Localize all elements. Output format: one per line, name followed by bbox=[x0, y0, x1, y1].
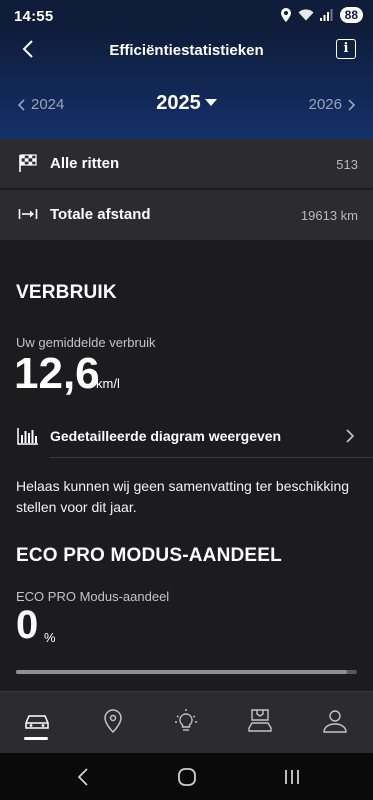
bottom-navigation bbox=[0, 691, 373, 753]
all-trips-label: Alle ritten bbox=[50, 155, 120, 172]
location-pin-icon bbox=[104, 709, 122, 733]
detailed-diagram-link[interactable]: Gedetailleerde diagram weergeven bbox=[0, 416, 373, 458]
eco-pro-label: ECO PRO Modus-aandeel bbox=[16, 589, 170, 604]
system-back-icon[interactable] bbox=[72, 765, 96, 789]
eco-pro-heading: ECO PRO MODUS-AANDEEL bbox=[16, 545, 282, 566]
status-bar: 14:55 88 bbox=[0, 0, 373, 32]
year-selector: 2024 2025 2026 bbox=[0, 90, 373, 120]
total-distance-label: Totale afstand bbox=[50, 206, 151, 223]
bar-chart-icon bbox=[17, 428, 38, 445]
average-consumption-label: Uw gemiddelde verbruik bbox=[16, 335, 156, 350]
tab-profile[interactable] bbox=[320, 706, 350, 736]
tab-map[interactable] bbox=[98, 706, 128, 736]
page-title: Efficiëntiestatistieken bbox=[109, 42, 264, 59]
divider bbox=[50, 457, 373, 458]
average-consumption-value: 12,6 bbox=[14, 349, 100, 398]
wifi-status-icon bbox=[298, 9, 314, 21]
total-distance-row: Totale afstand 19613 km bbox=[0, 190, 373, 240]
location-status-icon bbox=[280, 8, 291, 22]
average-consumption-unit: km/l bbox=[96, 376, 120, 391]
info-icon[interactable]: i bbox=[336, 39, 356, 59]
status-time: 14:55 bbox=[14, 8, 54, 25]
system-navigation-bar bbox=[0, 753, 373, 800]
chevron-right-icon bbox=[348, 98, 355, 111]
distance-arrow-icon bbox=[18, 209, 38, 219]
lightbulb-icon bbox=[175, 709, 197, 731]
total-distance-value: 19613 km bbox=[300, 208, 358, 223]
car-icon bbox=[25, 715, 49, 729]
chevron-right-icon bbox=[346, 429, 355, 443]
eco-pro-unit: % bbox=[44, 630, 56, 645]
next-year-button[interactable]: 2026 bbox=[309, 96, 355, 113]
active-tab-indicator bbox=[24, 737, 48, 740]
detailed-diagram-label: Gedetailleerde diagram weergeven bbox=[50, 428, 282, 444]
system-recents-icon[interactable] bbox=[280, 765, 304, 789]
eco-pro-value: 0 bbox=[16, 603, 39, 647]
battery-indicator: 88 bbox=[339, 7, 363, 23]
caret-down-icon bbox=[204, 98, 217, 106]
next-year-label: 2026 bbox=[308, 96, 342, 113]
signal-status-icon bbox=[319, 9, 333, 21]
tab-discover[interactable] bbox=[171, 706, 201, 736]
profile-icon bbox=[323, 710, 347, 733]
current-year-label: 2025 bbox=[156, 92, 201, 114]
tab-vehicle[interactable] bbox=[22, 706, 52, 736]
tab-service[interactable] bbox=[245, 706, 275, 736]
eco-pro-progress-fill bbox=[16, 670, 347, 674]
consumption-heading: VERBRUIK bbox=[16, 282, 117, 303]
status-icons: 88 bbox=[280, 7, 363, 23]
eco-pro-progress-bar bbox=[16, 670, 357, 674]
all-trips-row: Alle ritten 513 bbox=[0, 139, 373, 189]
service-icon bbox=[248, 709, 272, 732]
no-summary-message: Helaas kunnen wij geen samenvatting ter … bbox=[16, 478, 350, 515]
all-trips-value: 513 bbox=[336, 157, 358, 172]
app-header: Efficiëntiestatistieken i 2024 2025 2026 bbox=[0, 32, 373, 139]
checkered-flag-icon bbox=[19, 154, 37, 172]
system-home-icon[interactable] bbox=[175, 765, 199, 789]
